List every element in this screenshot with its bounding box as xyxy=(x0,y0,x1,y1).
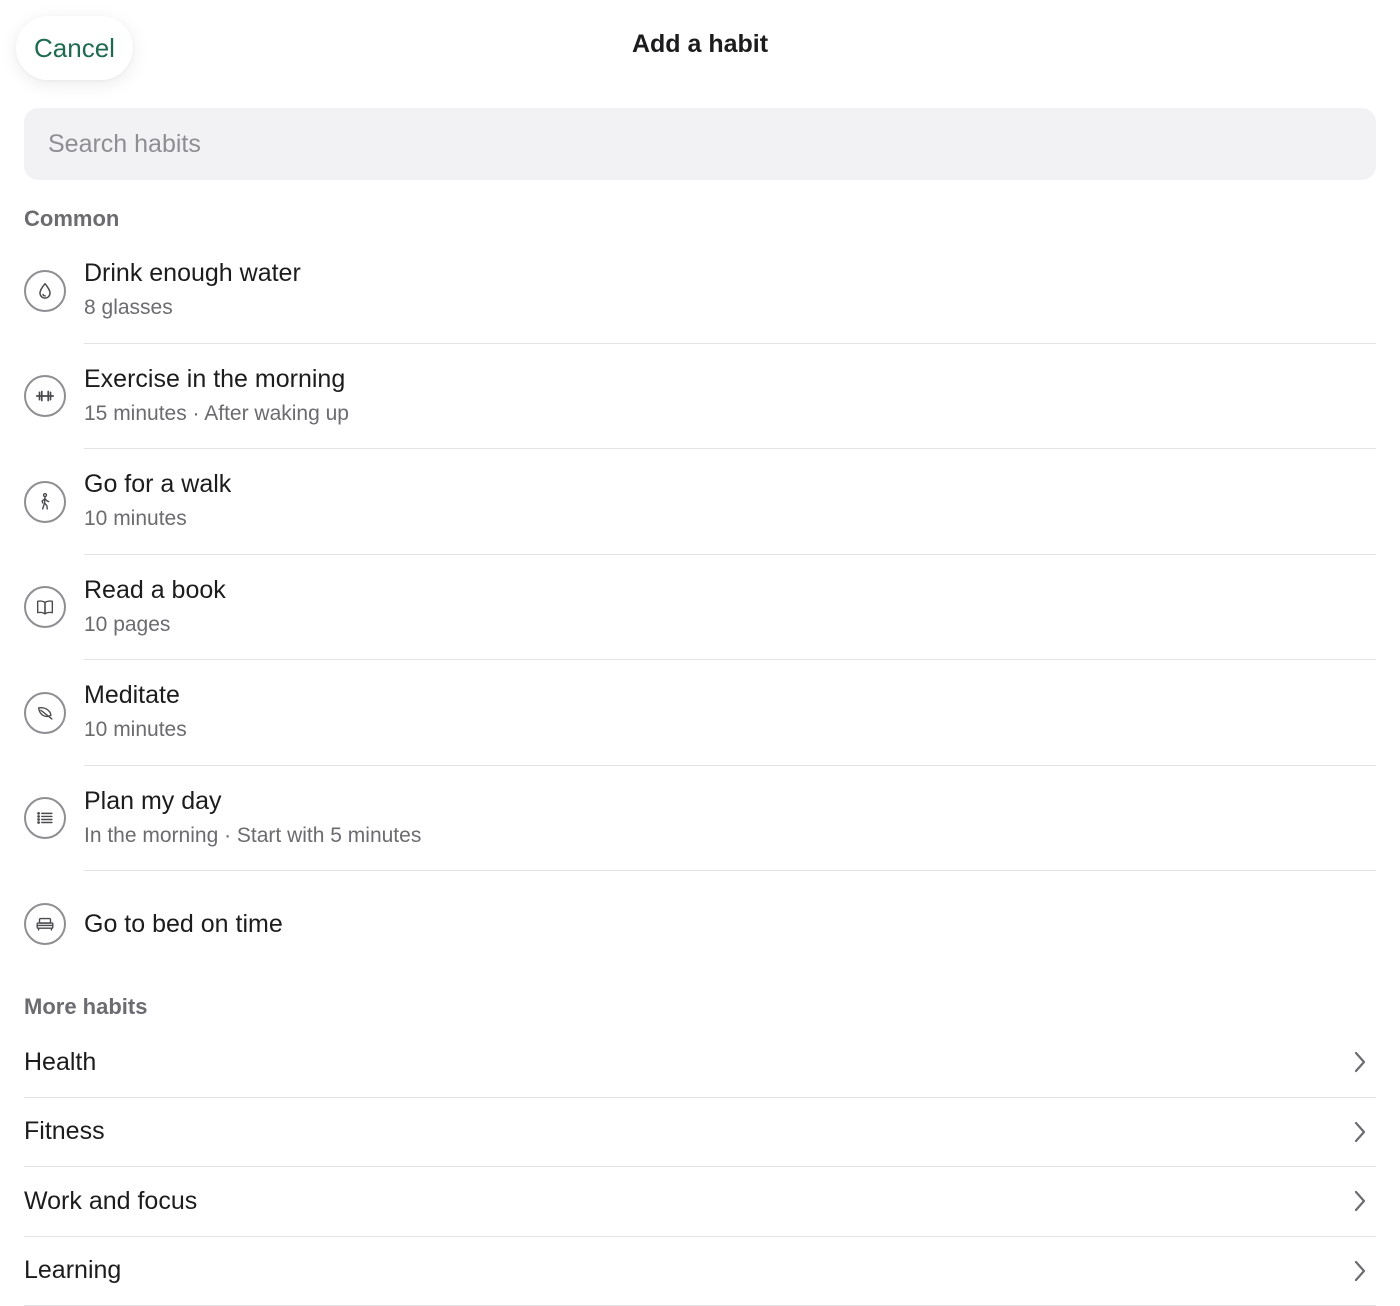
walking-person-icon xyxy=(24,480,66,523)
habit-subtitle: 10 pages xyxy=(84,612,171,636)
category-row-learning[interactable]: Learning xyxy=(24,1237,1376,1306)
category-row-health[interactable]: Health xyxy=(24,1028,1376,1098)
habit-text: Go to bed on time xyxy=(84,871,1376,977)
habit-text: Plan my day In the morning · Start with … xyxy=(84,766,1376,871)
habit-title: Go for a walk xyxy=(84,470,232,499)
page-title: Add a habit xyxy=(631,30,769,58)
habit-title: Drink enough water xyxy=(84,259,301,288)
habit-title: Plan my day xyxy=(84,786,222,815)
chevron-right-icon xyxy=(1354,1260,1366,1281)
common-habits-list: Drink enough water 8 glasses Exercise in… xyxy=(0,238,1400,977)
habit-text: Go for a walk 10 minutes xyxy=(84,449,1376,555)
leaf-icon xyxy=(24,691,66,734)
chevron-right-icon xyxy=(1354,1121,1366,1142)
habit-title: Meditate xyxy=(84,681,180,710)
bed-icon xyxy=(24,902,66,945)
habit-subtitle: 15 minutes · After waking up xyxy=(84,401,349,425)
category-label: Fitness xyxy=(24,1117,105,1146)
category-label: Learning xyxy=(24,1256,122,1285)
category-label: Work and focus xyxy=(24,1186,198,1215)
habit-text: Meditate 10 minutes xyxy=(84,660,1376,766)
habit-row-bed-on-time[interactable]: Go to bed on time xyxy=(0,871,1400,977)
more-habits-section-label: More habits xyxy=(24,994,148,1019)
header: Cancel Add a habit xyxy=(0,0,1400,96)
habit-text: Read a book 10 pages xyxy=(84,555,1376,660)
list-icon xyxy=(24,797,66,840)
habit-row-walk[interactable]: Go for a walk 10 minutes xyxy=(0,449,1400,555)
habit-subtitle: 10 minutes xyxy=(84,718,187,742)
category-row-fitness[interactable]: Fitness xyxy=(24,1098,1376,1167)
habit-subtitle: 8 glasses xyxy=(84,296,173,320)
category-label: Health xyxy=(24,1047,97,1076)
habit-row-read[interactable]: Read a book 10 pages xyxy=(0,555,1400,660)
search-bar[interactable] xyxy=(24,108,1376,180)
habit-subtitle: In the morning · Start with 5 minutes xyxy=(84,823,422,847)
habit-text: Drink enough water 8 glasses xyxy=(84,238,1376,344)
habit-text: Exercise in the morning 15 minutes · Aft… xyxy=(84,344,1376,449)
chevron-right-icon xyxy=(1354,1052,1366,1073)
habit-title: Go to bed on time xyxy=(84,909,283,938)
chevron-right-icon xyxy=(1354,1191,1366,1212)
common-section-label: Common xyxy=(24,206,120,231)
habit-subtitle: 10 minutes xyxy=(84,507,187,531)
habit-row-plan-day[interactable]: Plan my day In the morning · Start with … xyxy=(0,766,1400,871)
habit-row-drink-water[interactable]: Drink enough water 8 glasses xyxy=(0,238,1400,344)
water-drop-icon xyxy=(24,269,66,312)
habit-row-exercise[interactable]: Exercise in the morning 15 minutes · Aft… xyxy=(0,344,1400,449)
search-input[interactable] xyxy=(48,129,1352,159)
habit-row-meditate[interactable]: Meditate 10 minutes xyxy=(0,660,1400,766)
category-row-work-and-focus[interactable]: Work and focus xyxy=(24,1167,1376,1237)
habit-title: Read a book xyxy=(84,575,226,604)
book-icon xyxy=(24,586,66,629)
more-habits-list: Health Fitness Work and focus Learning xyxy=(24,1028,1376,1306)
dumbbell-icon xyxy=(24,375,66,418)
habit-title: Exercise in the morning xyxy=(84,364,346,393)
add-habit-sheet: Cancel Add a habit Common Drink enough w… xyxy=(0,0,1400,1306)
